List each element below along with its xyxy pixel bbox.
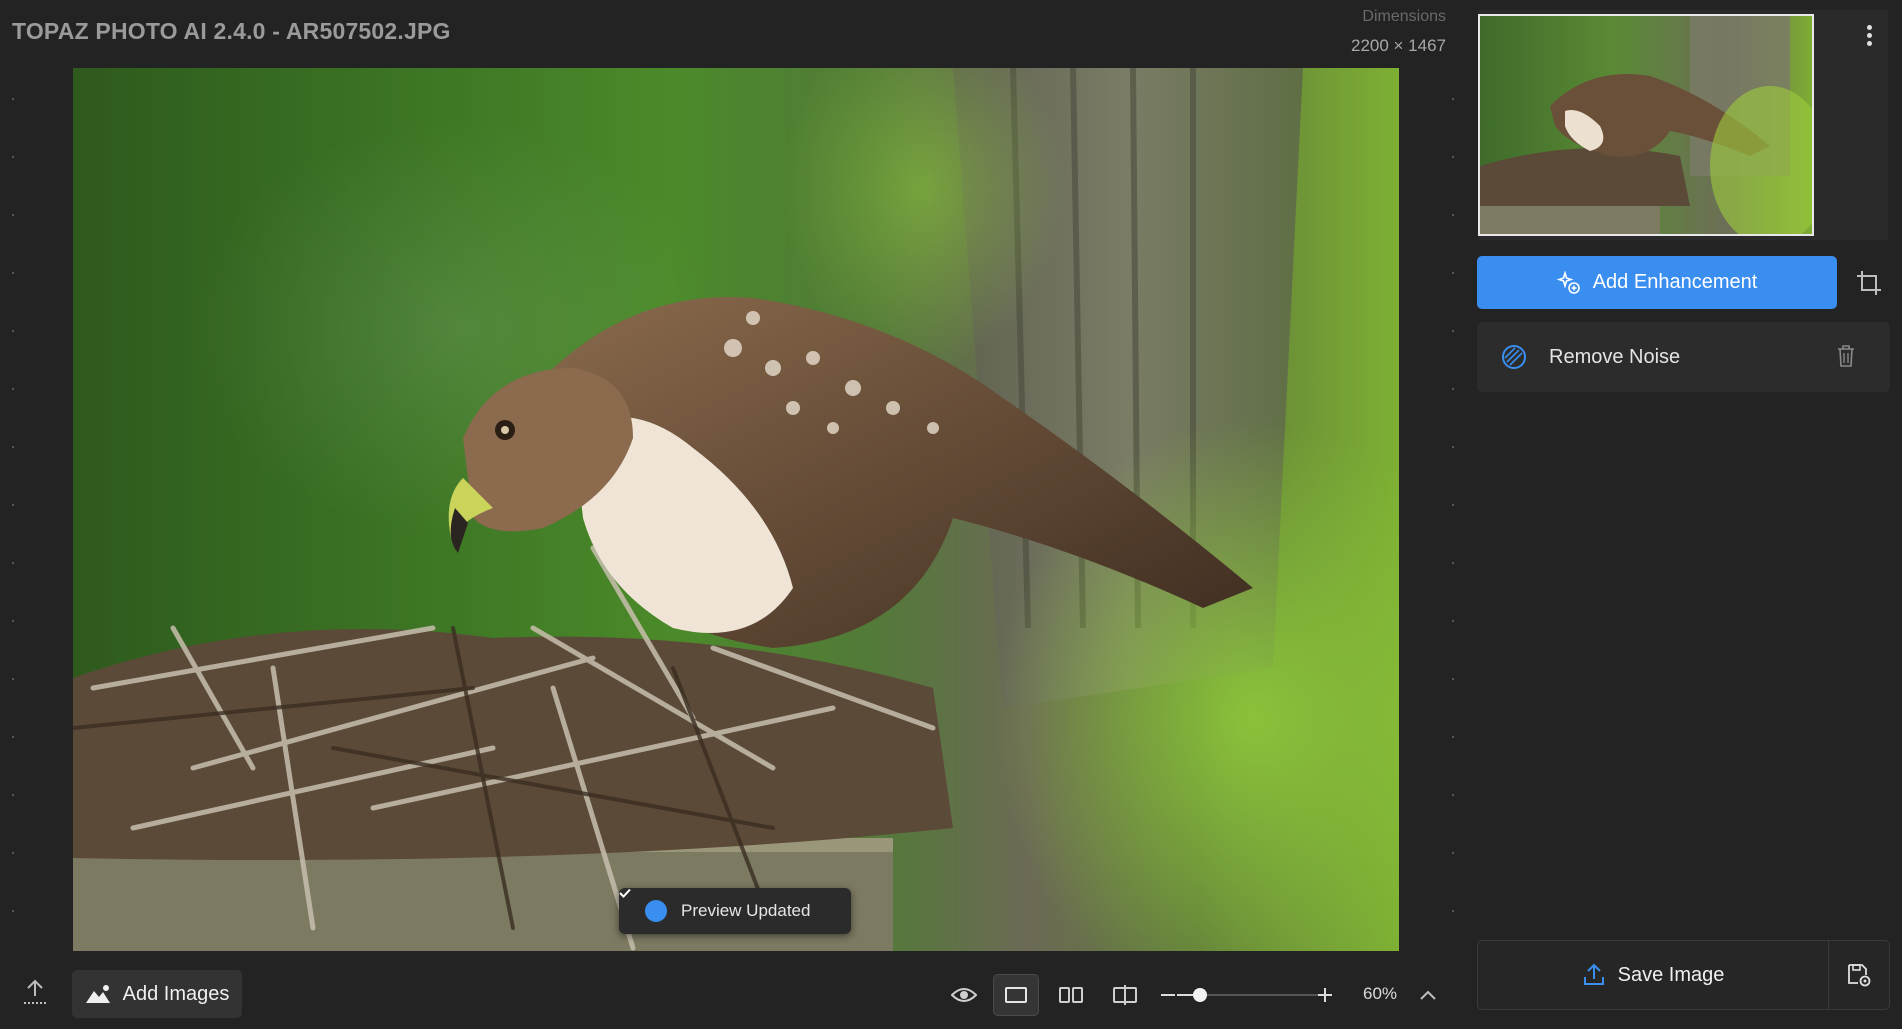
more-options-icon[interactable]	[1864, 22, 1874, 52]
app-title: TOPAZ PHOTO AI 2.4.0 - AR507502.JPG	[12, 18, 451, 44]
dimensions-value: 2200 × 1467	[1350, 36, 1446, 55]
toast-text: Preview Updated	[681, 901, 811, 920]
add-enhancement-button[interactable]: Add Enhancement	[1477, 256, 1837, 309]
sparkle-add-icon	[1556, 270, 1580, 294]
enhancement-label: Remove Noise	[1549, 345, 1681, 368]
preview-eye-icon[interactable]	[941, 974, 987, 1016]
upload-arrow-icon	[1583, 963, 1604, 985]
trash-icon[interactable]	[1836, 344, 1856, 373]
zoom-in-icon[interactable]	[1310, 974, 1340, 1016]
zoom-slider-knob[interactable]	[1193, 988, 1207, 1002]
dimensions-info: Dimensions 2200 × 1467	[1351, 8, 1446, 56]
remove-noise-icon	[1502, 345, 1526, 369]
add-images-label: Add Images	[122, 982, 230, 1005]
image-preview[interactable]: Preview Updated	[73, 68, 1399, 951]
dimensions-label: Dimensions	[1362, 8, 1446, 25]
upload-icon[interactable]	[22, 978, 48, 1011]
save-controls: Save Image	[1477, 940, 1890, 1010]
split-view-icon[interactable]	[1102, 974, 1148, 1016]
single-view-icon[interactable]	[993, 974, 1039, 1016]
preview-updated-toast: Preview Updated	[619, 888, 851, 934]
thumbnail-photo	[1480, 16, 1812, 234]
crop-icon[interactable]	[1848, 262, 1890, 304]
canvas-dot-grid-left	[10, 70, 16, 950]
zoom-slider[interactable]	[1177, 985, 1327, 1005]
add-enhancement-label: Add Enhancement	[1592, 271, 1758, 293]
side-by-side-view-icon[interactable]	[1048, 974, 1094, 1016]
enhancement-remove-noise[interactable]: Remove Noise	[1477, 322, 1890, 392]
zoom-percentage[interactable]: 60%	[1363, 984, 1397, 1004]
chevron-up-icon[interactable]	[1411, 974, 1445, 1016]
thumbnail-image[interactable]	[1478, 14, 1814, 236]
canvas-dot-grid-right	[1450, 70, 1456, 950]
hawk-photo	[73, 68, 1399, 951]
add-images-button[interactable]: Add Images	[72, 970, 242, 1018]
save-image-button[interactable]: Save Image	[1478, 941, 1829, 1009]
mountain-add-icon	[85, 985, 110, 1003]
save-image-label: Save Image	[1617, 963, 1725, 986]
check-circle-icon	[619, 888, 667, 922]
save-settings-icon[interactable]	[1829, 941, 1889, 1009]
